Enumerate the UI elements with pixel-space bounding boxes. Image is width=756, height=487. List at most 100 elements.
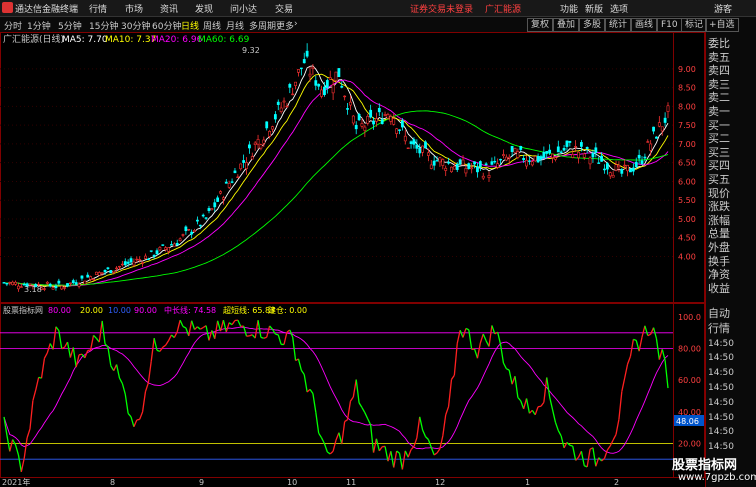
menu-trade[interactable]: 交易 (275, 2, 293, 15)
period-5min[interactable]: 5分钟 (58, 19, 82, 32)
period-more[interactable]: 更多 (276, 19, 294, 32)
candle-body (496, 163, 500, 168)
candle-body (118, 265, 121, 268)
period-weekly[interactable]: 周线 (203, 19, 221, 32)
short-term-segment (479, 333, 484, 344)
x-label-nov: 11 (346, 478, 356, 487)
short-term-segment (618, 391, 623, 420)
short-term-segment (275, 333, 279, 336)
short-term-segment (20, 458, 25, 472)
short-term-segment (191, 320, 196, 330)
candle-body (582, 153, 586, 158)
period-multi[interactable]: 多周期 (249, 19, 276, 32)
short-term-segment (12, 439, 17, 446)
candle-body (259, 144, 263, 149)
short-term-segment (141, 391, 147, 412)
candle-body (533, 156, 537, 162)
short-term-segment (566, 441, 571, 446)
candle-body (146, 258, 150, 261)
short-term-segment (447, 379, 453, 407)
btn-adjust[interactable]: 复权 (527, 18, 554, 32)
short-term-segment (263, 336, 267, 339)
period-timeshare[interactable]: 分时 (4, 19, 22, 32)
short-term-segment (506, 368, 510, 371)
candle-body (201, 214, 205, 217)
menu-functions[interactable]: 功能 (560, 2, 578, 15)
side-auto-label[interactable]: 行情 (708, 322, 730, 335)
login-notice[interactable]: 证券交易未登录 (410, 2, 473, 15)
menu-quotes[interactable]: 行情 (89, 2, 107, 15)
price-tick-label: 8.00 (678, 102, 696, 111)
short-term-segment (124, 393, 129, 414)
short-term-segment (179, 319, 184, 327)
candle-body (655, 136, 658, 139)
candle-body (86, 274, 90, 278)
candle-body (562, 147, 566, 151)
candle-body (233, 170, 237, 174)
candle-body (366, 115, 370, 124)
candle-body (268, 131, 272, 137)
menu-new-version[interactable]: 新版 (585, 2, 603, 15)
candle-body (196, 219, 199, 222)
menu-news[interactable]: 资讯 (160, 2, 178, 15)
candle-body (447, 162, 450, 164)
menu-bar: 通达信金融终端 行情 市场 资讯 发现 问小达 交易 证券交易未登录 广汇能源 … (0, 0, 756, 17)
menu-discover[interactable]: 发现 (195, 2, 213, 15)
candle-body (112, 270, 116, 273)
x-label-feb: 2 (614, 478, 619, 487)
more-arrow-icon[interactable]: › (294, 19, 298, 29)
btn-statistics[interactable]: 统计 (605, 18, 632, 32)
short-term-segment (222, 320, 227, 333)
short-term-segment (655, 338, 660, 360)
candle-body (77, 283, 81, 287)
period-15min[interactable]: 15分钟 (89, 19, 118, 32)
candle-body (187, 229, 191, 231)
period-1min[interactable]: 1分钟 (27, 19, 51, 32)
candle-body (19, 286, 23, 288)
candle-body (328, 77, 332, 80)
period-monthly[interactable]: 月线 (226, 19, 244, 32)
short-term-segment (217, 320, 222, 332)
btn-overlay[interactable]: 叠加 (553, 18, 580, 32)
side-field-label: 涨跌 (708, 200, 730, 214)
side-auto-label[interactable]: 自动 (708, 308, 730, 320)
candle-body (507, 156, 511, 159)
period-daily[interactable]: 日线 (181, 19, 199, 32)
candle-body (556, 146, 560, 153)
short-term-segment (208, 330, 213, 341)
side-field-label: 买四 (708, 159, 730, 173)
candle-body (158, 247, 162, 251)
short-term-segment (133, 419, 138, 428)
menu-guest[interactable]: 游客 (714, 2, 732, 15)
candle-body (377, 107, 381, 113)
short-term-segment (410, 446, 415, 451)
btn-add-watchlist[interactable]: +自选 (705, 18, 739, 32)
x-label-dec: 12 (435, 478, 445, 487)
short-term-segment (502, 362, 507, 369)
short-term-segment (398, 453, 404, 470)
menu-ask-xiaoda[interactable]: 问小达 (230, 2, 257, 15)
menu-market[interactable]: 市场 (125, 2, 143, 15)
btn-draw-line[interactable]: 画线 (631, 18, 658, 32)
candle-body (432, 160, 436, 166)
btn-f10[interactable]: F10 (657, 18, 682, 32)
candle-body (551, 153, 554, 158)
candle-body (513, 148, 517, 153)
candle-body (522, 158, 526, 161)
short-term-segment (127, 413, 132, 418)
btn-multi-stock[interactable]: 多股 (579, 18, 606, 32)
chart-area[interactable]: 广汇能源(日线) MA5: 7.70 MA10: 7.37 MA20: 6.96… (0, 32, 705, 487)
indicator-y-axis: 100.080.0060.0040.0020.00 (678, 313, 701, 448)
candle-body (643, 156, 647, 159)
candle-body (554, 157, 557, 160)
period-30min[interactable]: 30分钟 (121, 19, 150, 32)
short-term-segment (66, 341, 72, 358)
candle-body (461, 159, 465, 166)
tick-time-label: 14:50 (708, 397, 734, 408)
btn-mark[interactable]: 标记 (681, 18, 708, 32)
menu-options[interactable]: 选项 (610, 2, 628, 15)
period-60min[interactable]: 60分钟 (152, 19, 181, 32)
side-field-label: 外盘 (708, 241, 730, 254)
candle-body (175, 242, 179, 246)
indicator-tick-label: 20.00 (678, 439, 701, 448)
